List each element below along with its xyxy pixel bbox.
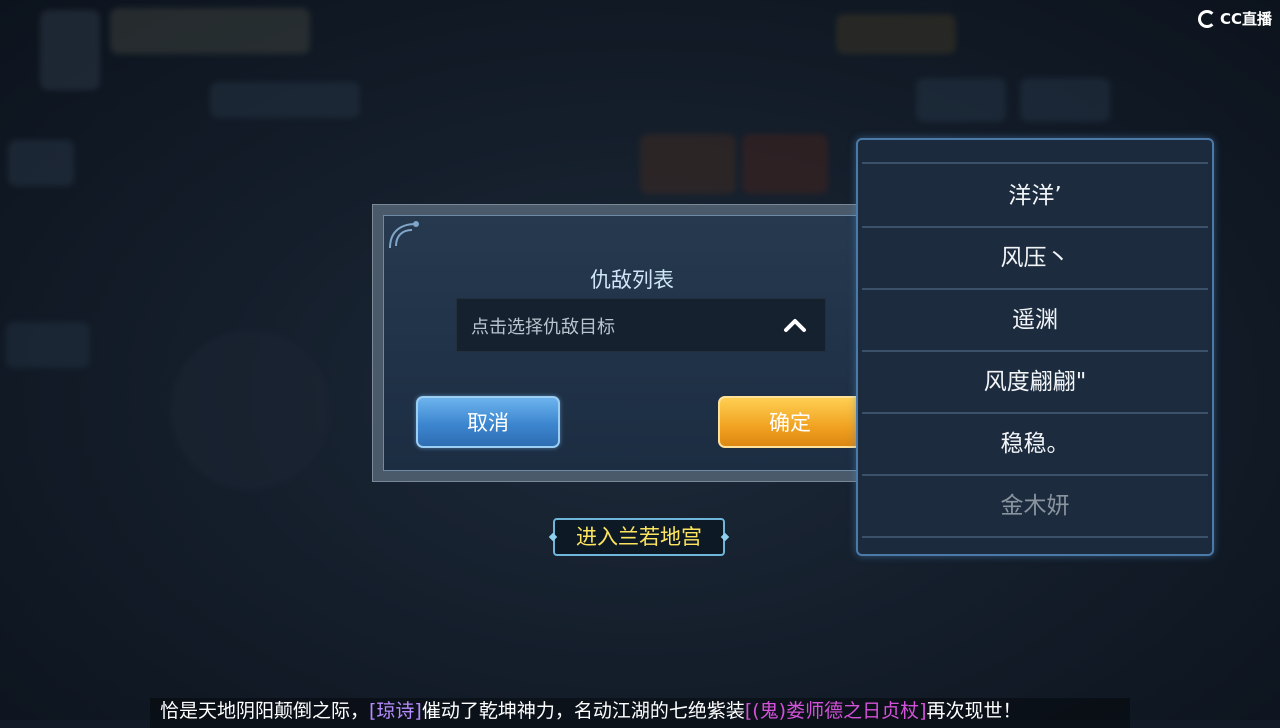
announcement-suffix: 再次现世！: [926, 700, 1022, 722]
background-decoration: [110, 8, 310, 54]
announcement-item-name: [(鬼)娄师德之日贞杖]: [744, 700, 927, 722]
background-decoration: [836, 14, 956, 54]
list-item-enemy[interactable]: 稳稳。: [862, 414, 1208, 476]
list-item-enemy[interactable]: 风度翩翩": [862, 352, 1208, 414]
background-decoration: [742, 134, 828, 194]
enemy-list-dialog: 仇敌列表 点击选择仇敌目标 取消 确定: [372, 204, 892, 482]
system-announcement: 恰是天地阴阳颠倒之际，[琼诗]催动了乾坤神力，名动江湖的七绝紫装[(鬼)娄师德之…: [150, 698, 1130, 728]
chevron-up-icon[interactable]: [783, 315, 807, 335]
background-decoration: [8, 140, 74, 186]
enemy-target-select[interactable]: 点击选择仇敌目标: [456, 298, 826, 352]
background-decoration: [210, 82, 360, 118]
watermark-text: CC直播: [1219, 10, 1272, 28]
background-decoration: [170, 330, 330, 490]
background-decoration: [1020, 78, 1110, 122]
cancel-button[interactable]: 取消: [416, 396, 560, 448]
confirm-button[interactable]: 确定: [718, 396, 862, 448]
background-decoration: [6, 322, 90, 368]
announcement-middle: 催动了乾坤神力，名动江湖的七绝紫装: [421, 700, 745, 722]
list-item-enemy[interactable]: 风压丶: [862, 228, 1208, 290]
dialog-title: 仇敌列表: [590, 268, 674, 292]
dialog-panel: 仇敌列表 点击选择仇敌目标 取消 确定: [383, 215, 881, 471]
list-item-enemy[interactable]: 金木妍: [862, 476, 1208, 538]
announcement-prefix: 恰是天地阴阳颠倒之际，: [160, 700, 370, 722]
list-item-enemy[interactable]: 遥渊: [862, 290, 1208, 352]
list-divider: [862, 162, 1208, 164]
cc-logo-icon: [1197, 9, 1216, 28]
background-decoration: [40, 10, 100, 90]
cc-live-watermark: CC直播: [1197, 8, 1272, 29]
background-decoration: [640, 134, 736, 194]
background-decoration: [916, 78, 1006, 122]
select-placeholder: 点击选择仇敌目标: [471, 317, 615, 338]
enemy-dropdown-list[interactable]: 洋洋’ 风压丶 遥渊 风度翩翩" 稳稳。 金木妍: [856, 138, 1214, 556]
list-item-enemy[interactable]: 洋洋’: [862, 166, 1208, 228]
announcement-player-name: [琼诗]: [369, 700, 422, 722]
enter-palace-button[interactable]: 进入兰若地宫: [553, 518, 725, 556]
ornament-corner-icon: [389, 221, 419, 249]
